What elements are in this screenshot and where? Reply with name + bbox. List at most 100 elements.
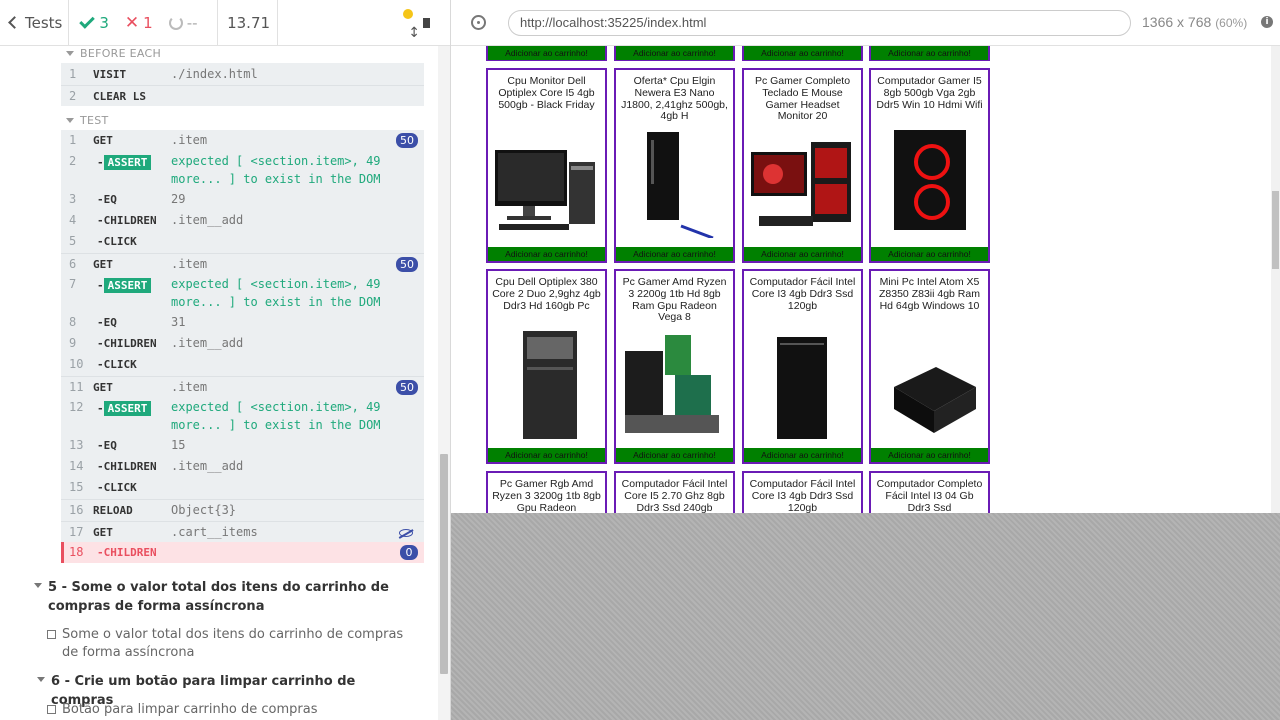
command-number: 4 — [69, 213, 77, 227]
test-item[interactable]: Some o valor total dos itens do carrinho… — [47, 626, 407, 662]
add-to-cart-button[interactable]: Adicionar ao carrinho! — [744, 448, 861, 462]
command-row[interactable]: 2 - ASSERT expected [ <section.item>, 49 m… — [61, 151, 424, 189]
command-row[interactable]: 12 - ASSERT expected [ <section.item>, 49… — [61, 397, 424, 435]
caret-down-icon — [34, 583, 42, 588]
command-name-text: CLICK — [103, 358, 137, 371]
suite-header[interactable]: 5 - Some o valor total dos itens do carr… — [34, 578, 414, 616]
assert-message: expected [ <section.item>, 49 more... ] t… — [171, 398, 381, 434]
checkbox-icon — [47, 705, 56, 714]
info-icon[interactable]: i — [1261, 16, 1273, 28]
command-message: Object{3} — [171, 503, 237, 517]
product-title: Computador Gamer I5 8gb 500gb Vga 2gb Dd… — [876, 75, 983, 111]
command-message: .item — [171, 380, 208, 394]
add-to-cart-button[interactable]: Adicionar ao carrinho! — [744, 247, 861, 261]
command-number: 2 — [69, 154, 77, 168]
product-card: Pc Gamer Amd Ryzen 3 2200g 1tb Hd 8gb Ra… — [614, 269, 735, 464]
add-to-cart-button[interactable]: Adicionar ao carrinho! — [871, 247, 988, 261]
command-number: 6 — [69, 257, 77, 271]
status-dot-icon — [403, 8, 414, 19]
command-message: .item__add — [171, 213, 244, 227]
command-row[interactable]: 9 -CHILDREN .item__add — [61, 333, 424, 354]
add-to-cart-button[interactable]: Adicionar ao carrinho! — [616, 448, 733, 462]
desktop-tower-image — [647, 132, 714, 238]
add-to-cart-button[interactable]: Adicionar ao carrinho! — [488, 46, 605, 60]
desktop-monitor-image — [495, 150, 595, 230]
command-row[interactable]: 2 CLEAR LS — [61, 85, 424, 106]
command-name: -CHILDREN — [97, 546, 157, 559]
assert-line: more... ] to exist in the DOM — [171, 295, 381, 309]
reporter-scrollbar[interactable] — [438, 46, 450, 720]
failed-number: 1 — [143, 13, 153, 32]
assert-line: more... ] to exist in the DOM — [171, 172, 381, 186]
command-name: -CHILDREN — [97, 214, 157, 227]
product-title: Cpu Dell Optiplex 380 Core 2 Duo 2,9ghz … — [492, 276, 601, 312]
command-row[interactable]: 16 RELOAD Object{3} — [61, 499, 424, 521]
product-card: Computador Gamer I5 8gb 500gb Vga 2gb Dd… — [869, 68, 990, 263]
command-name: -CHILDREN — [97, 337, 157, 350]
scrollbar-thumb[interactable] — [440, 454, 448, 674]
suite-title: 5 - Some o valor total dos itens do carr… — [48, 580, 389, 614]
caret-down-icon — [66, 51, 74, 56]
command-row[interactable]: 4 -CHILDREN .item__add — [61, 210, 424, 231]
element-count-badge: 50 — [396, 133, 418, 148]
add-to-cart-button[interactable]: Adicionar ao carrinho! — [616, 46, 733, 60]
url-field[interactable]: http://localhost:35225/index.html — [508, 10, 1131, 36]
product-title: Computador Fácil Intel Core I3 4gb Ddr3 … — [749, 276, 856, 312]
add-to-cart-button[interactable]: Adicionar ao carrinho! — [488, 448, 605, 462]
command-name: CLEAR LS — [93, 90, 146, 103]
product-card: Pc Gamer Completo Teclado E Mouse Gamer … — [742, 68, 863, 263]
command-row[interactable]: 1 GET .item 50 — [61, 130, 424, 151]
test-hook[interactable]: TEST — [66, 114, 109, 127]
app-scrollbar-thumb[interactable] — [1272, 191, 1279, 269]
command-row[interactable]: 10 -CLICK — [61, 354, 424, 376]
command-message: .cart__items — [171, 525, 258, 539]
hook-label: TEST — [80, 114, 109, 127]
test-title: Botão para limpar carrinho de compras — [62, 702, 318, 717]
tests-back-button[interactable]: Tests — [0, 0, 70, 45]
command-message: .item__add — [171, 336, 244, 350]
command-row[interactable]: 14 -CHILDREN .item__add — [61, 456, 424, 477]
command-number: 11 — [69, 380, 84, 394]
add-to-cart-button[interactable]: Adicionar ao carrinho! — [616, 247, 733, 261]
product-title: Pc Gamer Rgb Amd Ryzen 3 3200g 1tb 8gb G… — [492, 478, 601, 513]
add-to-cart-button[interactable]: Adicionar ao carrinho! — [871, 448, 988, 462]
command-row-failed[interactable]: 18 -CHILDREN 0 — [61, 542, 424, 563]
hidden-eye-icon — [399, 529, 413, 537]
product-card: Cpu Dell Optiplex 380 Core 2 Duo 2,9ghz … — [486, 269, 607, 464]
app-scrollbar[interactable] — [1271, 46, 1280, 513]
command-row[interactable]: 5 -CLICK — [61, 231, 424, 253]
stop-icon[interactable] — [422, 17, 430, 28]
command-name: -EQ — [97, 316, 117, 329]
add-to-cart-button[interactable]: Adicionar ao carrinho! — [744, 46, 861, 60]
command-name: RELOAD — [93, 504, 133, 517]
auto-scroll-toggle[interactable]: ↕ — [403, 5, 422, 41]
assert-badge: ASSERT — [103, 401, 152, 416]
assert-line: more... ] to exist in the DOM — [171, 418, 381, 432]
command-row[interactable]: 6 GET .item 50 — [61, 253, 424, 274]
assert-line: expected [ <section.item>, 49 — [171, 400, 381, 414]
command-row[interactable]: 3 -EQ 29 — [61, 189, 424, 210]
command-row[interactable]: 13 -EQ 15 — [61, 435, 424, 456]
command-row[interactable]: 17 GET .cart__items — [61, 521, 424, 542]
command-name-text: CLICK — [103, 481, 137, 494]
before-each-hook[interactable]: BEFORE EACH — [66, 47, 161, 60]
add-to-cart-button[interactable]: Adicionar ao carrinho! — [871, 46, 988, 60]
add-to-cart-button[interactable]: Adicionar ao carrinho! — [488, 247, 605, 261]
command-name-text: CHILDREN — [103, 337, 157, 350]
command-number: 7 — [69, 277, 77, 291]
command-row[interactable]: 7 - ASSERT expected [ <section.item>, 49 m… — [61, 274, 424, 312]
command-name-text: CHILDREN — [103, 546, 157, 559]
selector-playground-icon[interactable] — [471, 15, 486, 30]
product-card: Adicionar ao carrinho! — [869, 46, 990, 61]
product-card: Mini Pc Intel Atom X5 Z8350 Z83ii 4gb Ra… — [869, 269, 990, 464]
command-row[interactable]: 8 -EQ 31 — [61, 312, 424, 333]
command-name: -EQ — [97, 193, 117, 206]
desktop-tower-image — [777, 337, 827, 439]
command-row[interactable]: 11 GET .item 50 — [61, 376, 424, 397]
command-row[interactable]: 1 VISIT ./index.html — [61, 63, 424, 85]
command-number: 14 — [69, 459, 84, 473]
test-item[interactable]: Botão para limpar carrinho de compras — [47, 701, 407, 719]
product-title: Pc Gamer Amd Ryzen 3 2200g 1tb Hd 8gb Ra… — [622, 276, 727, 324]
pending-number: -- — [186, 13, 198, 32]
command-row[interactable]: 15 -CLICK — [61, 477, 424, 499]
